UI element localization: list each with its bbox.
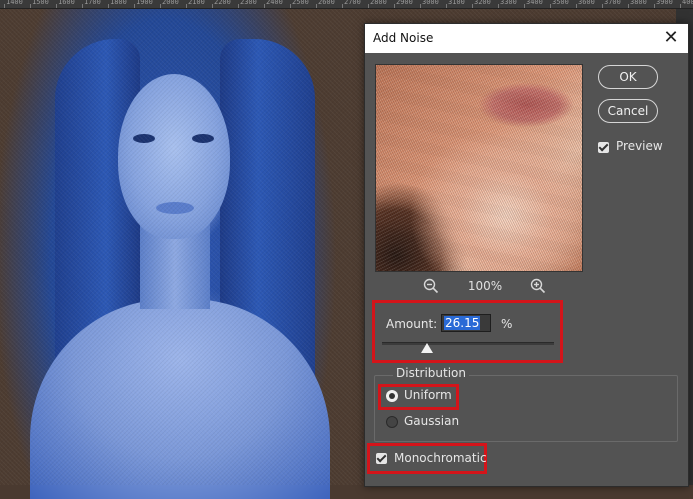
preview-label: Preview — [616, 139, 663, 153]
dialog-titlebar[interactable]: Add Noise ✕ — [365, 24, 688, 53]
ruler-tick — [108, 4, 109, 8]
zoom-controls: 100% — [375, 278, 581, 296]
zoom-level: 100% — [467, 279, 503, 293]
ok-button[interactable]: OK — [598, 65, 658, 89]
amount-value: 26.15 — [444, 316, 481, 330]
monochromatic-checkbox[interactable] — [376, 453, 387, 464]
ruler-tick — [394, 4, 395, 8]
ruler-tick — [316, 4, 317, 8]
ruler-label: 3700 — [604, 0, 621, 6]
ruler-tick — [550, 4, 551, 8]
ruler-tick — [56, 4, 57, 8]
distribution-legend: Distribution — [393, 366, 470, 380]
ruler-tick — [264, 4, 265, 8]
close-icon[interactable]: ✕ — [660, 27, 682, 49]
ruler-tick — [160, 4, 161, 8]
uniform-label[interactable]: Uniform — [404, 388, 452, 402]
ruler-label: 2200 — [214, 0, 231, 6]
ruler-label: 2100 — [188, 0, 205, 6]
add-noise-dialog: Add Noise ✕ 100% OK Cancel Preview Amoun… — [364, 23, 689, 487]
ruler-label: 1700 — [84, 0, 101, 6]
ruler-label: 1800 — [110, 0, 127, 6]
ruler-label: 4000 — [682, 0, 693, 6]
ruler-label: 3800 — [630, 0, 647, 6]
preview-image[interactable] — [375, 64, 583, 272]
ruler-label: 3000 — [422, 0, 439, 6]
zoom-in-icon[interactable] — [530, 278, 546, 294]
ruler-tick — [134, 4, 135, 8]
ruler-label: 1600 — [58, 0, 75, 6]
gaussian-radio[interactable] — [386, 416, 398, 428]
ruler-label: 2400 — [266, 0, 283, 6]
uniform-radio[interactable] — [386, 390, 398, 402]
ruler-label: 1500 — [32, 0, 49, 6]
ruler-label: 3400 — [526, 0, 543, 6]
ruler-label: 1400 — [6, 0, 23, 6]
zoom-out-icon[interactable] — [423, 278, 439, 294]
dialog-title: Add Noise — [373, 31, 434, 45]
amount-unit: % — [501, 317, 513, 331]
ruler-tick — [628, 4, 629, 8]
ruler-label: 1900 — [136, 0, 153, 6]
preview-noise — [376, 65, 582, 271]
ruler-tick — [602, 4, 603, 8]
ruler-tick — [342, 4, 343, 8]
ruler-label: 3200 — [474, 0, 491, 6]
horizontal-ruler: 1400 1500 1600 1700 1800 1900 2000 2100 2200 2300… — [0, 0, 693, 9]
ruler-label: 2800 — [370, 0, 387, 6]
ruler-label: 3300 — [500, 0, 517, 6]
amount-slider-thumb[interactable] — [420, 343, 433, 353]
ruler-tick — [654, 4, 655, 8]
ruler-tick — [524, 4, 525, 8]
ruler-label: 3600 — [578, 0, 595, 6]
ruler-tick — [82, 4, 83, 8]
ruler-tick — [368, 4, 369, 8]
ruler-tick — [576, 4, 577, 8]
cancel-button[interactable]: Cancel — [598, 99, 658, 123]
ruler-tick — [680, 4, 681, 8]
preview-checkbox[interactable] — [598, 142, 609, 153]
gaussian-label[interactable]: Gaussian — [404, 414, 459, 428]
ruler-label: 2600 — [318, 0, 335, 6]
ruler-tick — [420, 4, 421, 8]
amount-label: Amount: — [386, 317, 438, 331]
ruler-label: 2300 — [240, 0, 257, 6]
ruler-label: 3100 — [448, 0, 465, 6]
amount-slider-track[interactable] — [382, 342, 554, 345]
ruler-label: 2000 — [162, 0, 179, 6]
amount-input[interactable]: 26.15 — [441, 314, 491, 332]
ruler-tick — [446, 4, 447, 8]
ruler-label: 2900 — [396, 0, 413, 6]
ruler-tick — [186, 4, 187, 8]
monochromatic-label[interactable]: Monochromatic — [394, 451, 487, 465]
ruler-tick — [4, 4, 5, 8]
ruler-tick — [238, 4, 239, 8]
ruler-tick — [472, 4, 473, 8]
ruler-label: 3900 — [656, 0, 673, 6]
ruler-tick — [498, 4, 499, 8]
ruler-label: 3500 — [552, 0, 569, 6]
ruler-label: 2500 — [292, 0, 309, 6]
ruler-tick — [30, 4, 31, 8]
ruler-tick — [212, 4, 213, 8]
ruler-tick — [290, 4, 291, 8]
ruler-label: 2700 — [344, 0, 361, 6]
